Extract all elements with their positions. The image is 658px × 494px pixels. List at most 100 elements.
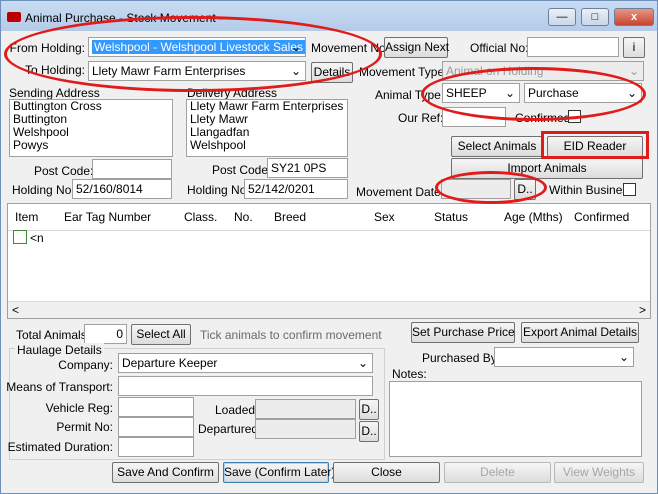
permit-no-input[interactable] [118,417,194,437]
total-animals-input: 0 [84,324,127,344]
notes-textarea[interactable] [389,381,642,457]
delivery-postcode-input[interactable]: SY21 0PS [267,158,348,178]
animal-type-label: Animal Type: [375,88,445,102]
new-row-checkbox[interactable] [13,230,27,244]
our-ref-input[interactable] [442,107,506,127]
haulage-details-legend: Haulage Details [15,343,104,357]
export-animal-details-button[interactable]: Export Animal Details [521,322,639,343]
within-business-checkbox[interactable] [623,183,636,196]
to-holding-label: To Holding: [24,63,85,77]
purpose-select[interactable]: Purchase ⌄ [524,83,642,103]
means-of-transport-input[interactable] [118,376,373,396]
animals-grid[interactable]: Item Ear Tag Number Class. No. Breed Sex… [7,203,651,319]
sending-postcode-label: Post Code: [34,164,94,178]
chevron-down-icon: ⌄ [626,86,637,100]
scroll-left-icon[interactable]: < [12,303,19,317]
sending-holding-no-label: Holding No: [12,183,75,197]
save-and-confirm-button[interactable]: Save And Confirm [112,462,219,483]
save-confirm-later-button[interactable]: Save (Confirm Later) [223,462,335,483]
eid-reader-button[interactable]: EID Reader [547,136,643,157]
confirmed-label: Confirmed: [515,111,574,125]
company-select[interactable]: Departure Keeper ⌄ [118,353,373,373]
maximize-button[interactable]: □ [581,8,609,26]
sending-address-line: Powys [13,138,49,152]
official-no-info-button[interactable]: i [623,37,645,58]
chevron-down-icon: ⌄ [357,356,368,370]
column-header-item[interactable]: Item [15,210,38,224]
sending-address-label: Sending Address [9,86,100,100]
delivery-postcode-label: Post Code: [212,163,272,177]
company-label: Company: [58,358,113,372]
select-all-button[interactable]: Select All [131,324,191,345]
column-header-no[interactable]: No. [234,210,253,224]
sending-address-box[interactable]: Buttington Cross Buttington Welshpool Po… [9,99,173,157]
column-header-class[interactable]: Class. [184,210,217,224]
notes-label: Notes: [392,367,427,381]
column-header-status[interactable]: Status [434,210,468,224]
sending-postcode-input[interactable] [92,159,172,179]
vehicle-reg-input[interactable] [118,397,194,417]
to-holding-value: Llety Mawr Farm Enterprises [92,64,246,78]
view-weights-button[interactable]: View Weights [554,462,644,483]
import-animals-button[interactable]: Import Animals [451,158,643,179]
assign-next-button[interactable]: Assign Next [384,37,449,58]
column-header-ear-tag[interactable]: Ear Tag Number [64,210,151,224]
minimize-button[interactable]: — [548,8,576,26]
grid-horizontal-scrollbar[interactable]: < > [8,301,650,318]
window-title: Animal Purchase - Stock Movement - [25,11,224,25]
stock-movement-window: Animal Purchase - Stock Movement - — □ x… [0,0,658,494]
vehicle-reg-label: Vehicle Reg: [45,401,113,415]
title-bar: Animal Purchase - Stock Movement - — □ x [1,1,657,31]
loaded-input[interactable] [255,399,356,419]
header-divider [8,230,650,231]
within-business-label: Within Business [549,183,635,197]
sending-holding-no-input[interactable]: 52/160/8014 [72,179,172,199]
details-button[interactable]: Details [311,62,353,83]
movement-type-label: Movement Type: [359,65,448,79]
close-window-button[interactable]: x [614,8,654,26]
departured-date-button[interactable]: D.. [359,421,379,442]
purchased-by-select[interactable]: ⌄ [494,347,634,367]
movement-type-value: Animal on Holding [446,64,544,78]
delivery-address-label: Delivery Address [187,86,278,100]
set-purchase-price-button[interactable]: Set Purchase Price [411,322,515,343]
purpose-value: Purchase [528,86,579,100]
chevron-down-icon: ⌄ [618,350,629,364]
movement-no-label: Movement No: [311,41,390,55]
chevron-down-icon: ⌄ [628,64,639,78]
movement-date-input[interactable] [441,179,511,199]
delete-button[interactable]: Delete [444,462,551,483]
confirmed-checkbox[interactable] [568,110,581,123]
column-header-confirmed[interactable]: Confirmed [574,210,629,224]
to-holding-select[interactable]: Llety Mawr Farm Enterprises ⌄ [88,61,306,81]
chevron-down-icon: ⌄ [290,40,301,54]
column-header-sex[interactable]: Sex [374,210,395,224]
movement-date-label: Movement Date: [356,185,445,199]
loaded-date-button[interactable]: D.. [359,399,379,420]
confirm-hint: Tick animals to confirm movement [200,328,382,342]
select-animals-button[interactable]: Select Animals [451,136,543,157]
column-header-age[interactable]: Age (Mths) [504,210,563,224]
departured-label: Departured: [198,422,262,436]
scroll-right-icon[interactable]: > [639,303,646,317]
new-row-indicator: <n [30,231,44,245]
close-button[interactable]: Close [333,462,440,483]
app-icon [7,12,21,22]
permit-no-label: Permit No: [56,420,113,434]
official-no-input[interactable] [527,37,619,57]
total-animals-label: Total Animals: [16,328,91,342]
animal-type-value: SHEEP [446,86,487,100]
from-holding-select[interactable]: Welshpool - Welshpool Livestock Sales ⌄ [88,37,306,57]
delivery-address-box[interactable]: Llety Mawr Farm Enterprises Llety Mawr L… [186,99,348,157]
movement-date-picker-button[interactable]: D.. [514,179,536,200]
our-ref-label: Our Ref: [398,111,444,125]
column-header-breed[interactable]: Breed [274,210,306,224]
from-holding-label: From Holding: [9,41,85,55]
means-of-transport-label: Means of Transport: [6,380,113,394]
estimated-duration-input[interactable] [118,437,194,457]
delivery-holding-no-input[interactable]: 52/142/0201 [244,179,348,199]
loaded-label: Loaded: [215,403,259,417]
purchased-by-label: Purchased By: [422,351,501,365]
departured-input[interactable] [255,419,356,439]
animal-type-select[interactable]: SHEEP ⌄ [442,83,520,103]
